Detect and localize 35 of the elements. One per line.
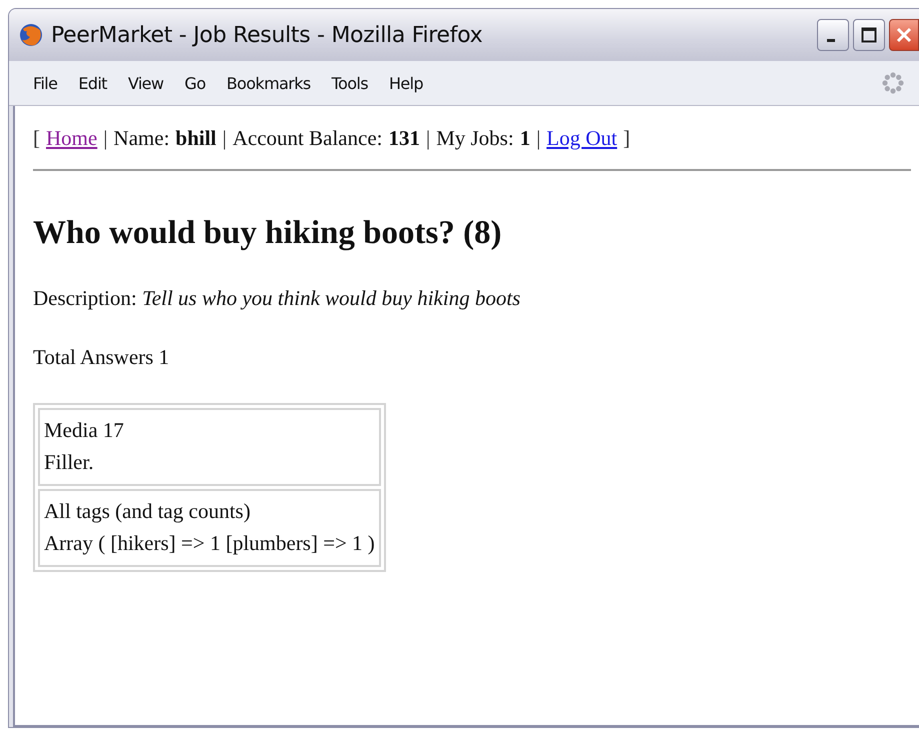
maximize-button[interactable]	[853, 19, 885, 51]
minimize-button[interactable]	[817, 19, 849, 51]
minimize-icon	[827, 38, 835, 42]
table-cell: All tags (and tag counts) Array ( [hikers] => 1 [plumbers] => 1 )	[38, 489, 381, 567]
field-label: My Jobs:	[436, 126, 514, 151]
field-value: 1	[520, 126, 530, 151]
menu-item[interactable]: Go	[176, 72, 215, 94]
close-button[interactable]	[889, 19, 919, 51]
separator: ]	[623, 126, 630, 151]
separator: |	[536, 126, 541, 151]
field-value: bhill	[176, 126, 216, 151]
menu-item[interactable]: File	[25, 72, 66, 94]
menu-item[interactable]: View	[120, 72, 173, 94]
menu-item[interactable]: Edit	[70, 72, 116, 94]
globe-icon	[19, 23, 43, 47]
table-cell: Media 17 Filler.	[38, 408, 381, 486]
field-value: 131	[388, 126, 420, 151]
total-answers-text: Total Answers 1	[33, 345, 170, 370]
description-text: Description: Tell us who you think would buy hiking boots	[33, 286, 522, 311]
maximize-icon	[861, 27, 877, 43]
close-icon	[895, 26, 913, 44]
field-label: Account Balance:	[232, 126, 382, 151]
page-heading: Who would buy hiking boots? (8)	[33, 215, 503, 252]
nav-link[interactable]: Home	[46, 126, 98, 151]
separator: |	[222, 126, 227, 151]
nav-link[interactable]: Log Out	[546, 126, 618, 151]
window-title: PeerMarket - Job Results - Mozilla Firefox	[51, 22, 484, 48]
field-label: Name:	[114, 126, 170, 151]
menu-item[interactable]: Tools	[324, 72, 377, 94]
menu-item[interactable]: Bookmarks	[218, 72, 320, 94]
separator: |	[103, 126, 108, 151]
menu-item[interactable]: Help	[380, 72, 432, 94]
throbber-icon	[881, 71, 905, 95]
separator: [	[33, 126, 40, 151]
separator: |	[426, 126, 430, 151]
